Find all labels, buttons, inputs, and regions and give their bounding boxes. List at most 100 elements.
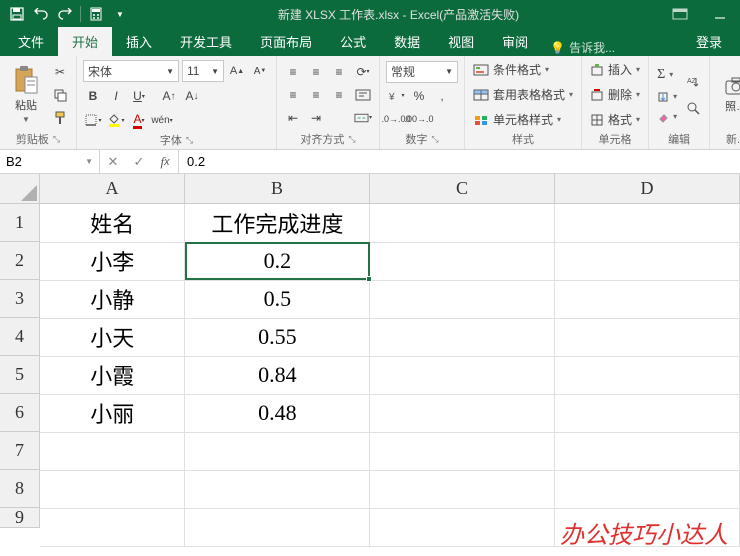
cell-styles-button[interactable]: 单元格样式▾ <box>471 110 575 129</box>
format-painter-button[interactable] <box>50 108 70 128</box>
save-icon[interactable] <box>6 3 28 25</box>
chevron-down-icon: ▼ <box>85 157 93 166</box>
row-header-9[interactable]: 9 <box>0 508 40 528</box>
clipboard-launcher[interactable]: ⤡ <box>53 134 60 145</box>
cell-A3: 小静 <box>40 280 185 318</box>
row-header-8[interactable]: 8 <box>0 470 40 508</box>
column-headers: A B C D <box>40 174 740 204</box>
tell-me-search[interactable]: 💡 告诉我... <box>542 39 623 56</box>
col-header-B[interactable]: B <box>185 174 370 204</box>
ribbon-options-icon[interactable] <box>660 0 700 28</box>
align-right-icon[interactable]: ≡ <box>329 85 349 105</box>
border-button[interactable]: ▾ <box>83 110 103 130</box>
copy-button[interactable] <box>50 85 70 105</box>
comma-format-icon[interactable]: , <box>432 86 452 106</box>
merge-cells-icon[interactable]: ▾ <box>353 108 373 128</box>
fx-button[interactable]: fx <box>152 154 178 170</box>
align-left-icon[interactable]: ≡ <box>283 85 303 105</box>
accounting-format-icon[interactable]: ¥▾ <box>386 86 406 106</box>
group-number: 常规▼ ¥▾ % , .0→.00 .00→.0 数字⤡ <box>380 56 465 149</box>
calculator-icon[interactable] <box>85 3 107 25</box>
insert-cells-button[interactable]: 插入▾ <box>588 60 642 79</box>
cell-A2: 小李 <box>40 242 185 280</box>
decrease-indent-icon[interactable]: ⇤ <box>283 108 303 128</box>
increase-indent-icon[interactable]: ⇥ <box>306 108 326 128</box>
increase-decimal-icon[interactable]: .0→.00 <box>386 109 406 129</box>
fill-color-button[interactable]: ▾ <box>106 110 126 130</box>
increase-font-icon[interactable]: A▲ <box>227 61 247 81</box>
select-all-button[interactable] <box>0 174 40 204</box>
col-header-D[interactable]: D <box>555 174 740 204</box>
autosum-button[interactable]: Σ▾ <box>655 66 679 84</box>
quick-access-toolbar: ▼ <box>0 3 137 25</box>
sort-filter-button[interactable]: AZ <box>683 72 703 92</box>
font-size-select[interactable]: 11▼ <box>182 60 224 82</box>
row-header-7[interactable]: 7 <box>0 432 40 470</box>
percent-format-icon[interactable]: % <box>409 86 429 106</box>
svg-text:¥: ¥ <box>388 92 395 103</box>
cell-B4: 0.55 <box>185 318 370 356</box>
name-box[interactable]: B2 ▼ <box>0 150 100 173</box>
minimize-button[interactable] <box>700 0 740 28</box>
align-bottom-icon[interactable]: ≡ <box>329 62 349 82</box>
align-launcher[interactable]: ⤡ <box>348 134 355 145</box>
tab-file[interactable]: 文件 <box>4 27 58 56</box>
login-button[interactable]: 登录 <box>682 27 736 56</box>
row-header-6[interactable]: 6 <box>0 394 40 432</box>
fill-button[interactable]: ▾ <box>655 90 679 104</box>
tab-review[interactable]: 审阅 <box>488 27 542 56</box>
bold-button[interactable]: B <box>83 86 103 106</box>
col-header-A[interactable]: A <box>40 174 185 204</box>
cell-A4: 小天 <box>40 318 185 356</box>
delete-cells-button[interactable]: 删除▾ <box>588 85 642 104</box>
phonetic-button[interactable]: wén▾ <box>152 110 172 130</box>
row-header-2[interactable]: 2 <box>0 242 40 280</box>
undo-icon[interactable] <box>30 3 52 25</box>
table-format-button[interactable]: 套用表格格式▾ <box>471 85 575 104</box>
row-header-1[interactable]: 1 <box>0 204 40 242</box>
tab-view[interactable]: 视图 <box>434 27 488 56</box>
find-select-button[interactable] <box>683 98 703 118</box>
decrease-font-icon[interactable]: A▼ <box>250 61 270 81</box>
number-format-select[interactable]: 常规▼ <box>386 61 458 83</box>
redo-icon[interactable] <box>54 3 76 25</box>
cut-button[interactable]: ✂ <box>50 62 70 82</box>
row-header-5[interactable]: 5 <box>0 356 40 394</box>
align-middle-icon[interactable]: ≡ <box>306 62 326 82</box>
cells-table[interactable]: 姓名工作完成进度 小李0.2 小静0.5 小天0.55 小霞0.84 小丽0.4… <box>40 204 740 547</box>
clear-button[interactable]: ▾ <box>655 110 679 124</box>
conditional-format-button[interactable]: 条件格式▾ <box>471 60 575 79</box>
orientation-icon[interactable]: ⟳▾ <box>353 62 373 82</box>
wrap-text-icon[interactable] <box>353 85 373 105</box>
tab-formulas[interactable]: 公式 <box>326 27 380 56</box>
align-center-icon[interactable]: ≡ <box>306 85 326 105</box>
qat-customize-icon[interactable]: ▼ <box>109 3 131 25</box>
tab-data[interactable]: 数据 <box>380 27 434 56</box>
font-launcher[interactable]: ⤡ <box>186 135 193 146</box>
row-header-4[interactable]: 4 <box>0 318 40 356</box>
tab-developer[interactable]: 开发工具 <box>166 27 246 56</box>
decrease-font-alt[interactable]: A↓ <box>182 86 202 106</box>
cell-A1: 姓名 <box>40 204 185 242</box>
increase-font-alt[interactable]: A↑ <box>159 86 179 106</box>
tab-layout[interactable]: 页面布局 <box>246 27 326 56</box>
col-header-C[interactable]: C <box>370 174 555 204</box>
row-header-3[interactable]: 3 <box>0 280 40 318</box>
number-launcher[interactable]: ⤡ <box>431 134 438 145</box>
paste-button[interactable]: 粘贴 ▼ <box>6 60 46 129</box>
font-name-select[interactable]: 宋体▼ <box>83 60 179 82</box>
align-top-icon[interactable]: ≡ <box>283 62 303 82</box>
italic-button[interactable]: I <box>106 86 126 106</box>
formula-input[interactable]: 0.2 <box>179 150 740 173</box>
underline-button[interactable]: U▾ <box>129 86 149 106</box>
font-color-button[interactable]: A▾ <box>129 110 149 130</box>
tab-insert[interactable]: 插入 <box>112 27 166 56</box>
cell-A6: 小丽 <box>40 394 185 432</box>
enter-formula-button[interactable]: ✓ <box>126 154 152 170</box>
decrease-decimal-icon[interactable]: .00→.0 <box>409 109 429 129</box>
camera-button[interactable]: 照… <box>716 60 740 129</box>
cell-C1 <box>370 204 555 242</box>
tab-home[interactable]: 开始 <box>58 27 112 56</box>
cancel-formula-button[interactable]: ✕ <box>100 154 126 170</box>
format-cells-button[interactable]: 格式▾ <box>588 110 642 129</box>
